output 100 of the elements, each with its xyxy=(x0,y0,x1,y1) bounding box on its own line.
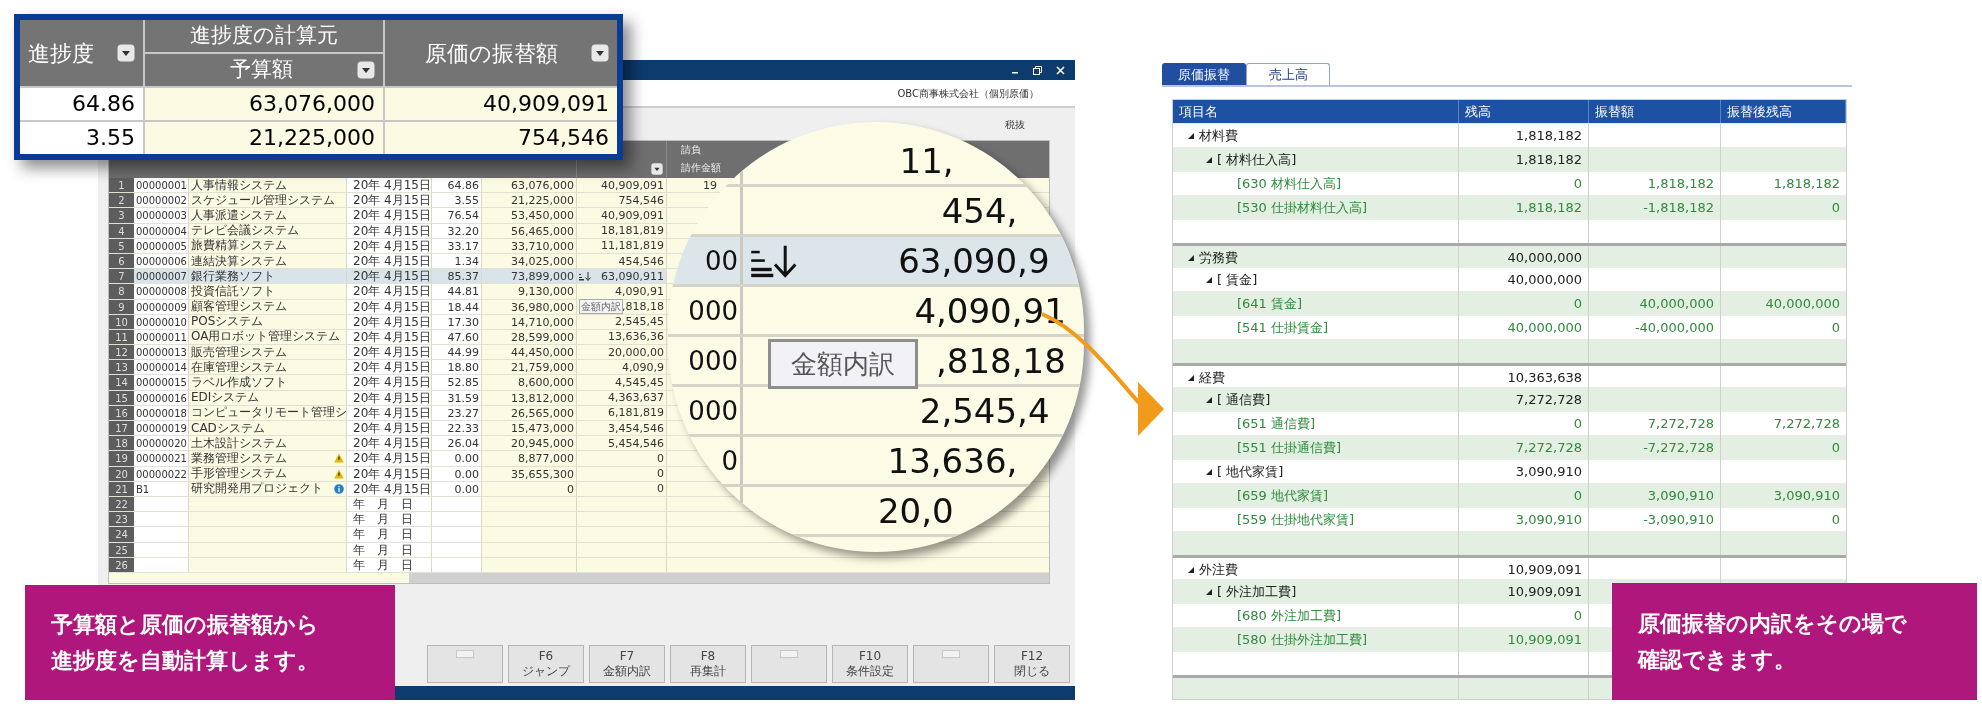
table-row[interactable]: 7 00000007 銀行業務ソフト 20年 4月15日 85.37 73,899,000 63,090,911 xyxy=(109,269,667,285)
table-row[interactable]: 17 00000019 CADシステム 20年 4月15日 22.33 15,473,000 3,454,546 xyxy=(109,421,667,437)
filter-dropdown-icon[interactable] xyxy=(357,61,375,79)
row-number[interactable]: 24 xyxy=(109,527,134,542)
table-cell: 21,225,000 xyxy=(511,194,574,208)
table-cell: 連結決算システム xyxy=(191,253,287,269)
expanded-triangle-icon[interactable] xyxy=(1205,588,1213,596)
table-row[interactable]: 24 年 月 日 xyxy=(109,527,667,543)
function-key-button[interactable]: F8 再集計 xyxy=(670,645,746,683)
table-cell: 研究開発用プロジェクト xyxy=(191,481,323,496)
table-cell: 56,465,000 xyxy=(511,224,574,238)
table-cell: 0 xyxy=(657,466,664,481)
row-number[interactable]: 17 xyxy=(109,421,134,436)
expanded-triangle-icon[interactable] xyxy=(1205,156,1213,164)
tree-label: [680 外注加工費] xyxy=(1237,607,1342,626)
restore-icon[interactable] xyxy=(1033,65,1042,75)
table-row[interactable]: 3 00000003 人事派遣システム 20年 4月15日 76.54 53,450,000 40,909,091 xyxy=(109,208,667,224)
row-number[interactable]: 12 xyxy=(109,345,134,360)
table-row[interactable]: 14 00000015 ラベル作成ソフト 20年 4月15日 52.85 8,600,000 4,545,45 xyxy=(109,375,667,391)
table-cell-text: 20年 4月15日 xyxy=(352,178,431,192)
tree-label: 外注費 xyxy=(1199,561,1238,580)
tree-label: 労務費 xyxy=(1199,249,1238,268)
table-cell: 00000009 xyxy=(136,301,187,313)
close-icon[interactable] xyxy=(1056,65,1065,75)
function-key-button[interactable]: F12 閉じる xyxy=(994,645,1070,683)
expanded-triangle-icon[interactable] xyxy=(1205,276,1213,284)
row-number[interactable]: 8 xyxy=(109,284,134,299)
tree-label: [659 地代家賃] xyxy=(1237,487,1329,506)
table-cell: 1,818,182 xyxy=(1515,128,1582,143)
row-number[interactable]: 1 xyxy=(109,178,134,193)
row-number[interactable]: 2 xyxy=(109,193,134,208)
row-number[interactable]: 19 xyxy=(109,451,134,466)
tree-label: [580 仕掛外注加工費] xyxy=(1237,631,1368,650)
filter-dropdown-icon[interactable] xyxy=(591,44,609,62)
row-number[interactable]: 7 xyxy=(109,269,134,284)
table-cell: -3,090,910 xyxy=(1643,512,1714,527)
tree-label: [ 材料仕入高] xyxy=(1217,151,1297,170)
key-placeholder-icon xyxy=(942,650,960,658)
warning-icon xyxy=(334,468,344,479)
table-cell: 7,272,728 xyxy=(1773,416,1840,431)
table-row[interactable]: 1 00000001 人事情報システム 20年 4月15日 64.86 63,076,000 40,909,091 xyxy=(109,178,667,194)
function-key-button[interactable]: F7 金額内訳 xyxy=(589,645,665,683)
table-cell: 754,546 xyxy=(618,193,664,208)
table-cell: テレビ会議システム xyxy=(191,223,299,238)
table-cell-text: 年 月 日 xyxy=(352,527,413,542)
table-cell: 40,909,091 xyxy=(601,178,664,193)
expanded-triangle-icon[interactable] xyxy=(1205,396,1213,404)
expanded-triangle-icon[interactable] xyxy=(1187,254,1195,262)
table-row[interactable]: 13 00000014 在庫管理システム 20年 4月15日 18.80 21,759,000 4,090,9 xyxy=(109,360,667,376)
tree-label: [ 外注加工費] xyxy=(1217,583,1297,602)
table-cell: 00000003 xyxy=(136,210,187,222)
table-cell: 1,818,182 xyxy=(1515,200,1582,215)
row-number[interactable]: 14 xyxy=(109,375,134,390)
table-row[interactable]: 12 00000013 販売管理システム 20年 4月15日 44.99 44,450,000 20,000,00 xyxy=(109,345,667,361)
row-number[interactable]: 18 xyxy=(109,436,134,451)
row-number[interactable]: 23 xyxy=(109,512,134,527)
tab[interactable]: 売上高 xyxy=(1246,63,1330,85)
table-cell: 0 xyxy=(1831,440,1840,455)
table-cell: 顧客管理システム xyxy=(191,299,287,314)
table-cell: 11, xyxy=(899,140,954,181)
table-cell: 26.04 xyxy=(447,437,479,451)
table-cell-text: 20年 4月15日 xyxy=(352,269,431,284)
table-cell: CADシステム xyxy=(191,421,265,436)
expanded-triangle-icon[interactable] xyxy=(1187,132,1195,140)
key-placeholder-icon xyxy=(456,650,474,658)
table-cell: 32.20 xyxy=(447,224,479,238)
table-cell: 21,759,000 xyxy=(511,361,574,375)
table-row[interactable]: 23 年 月 日 xyxy=(109,512,667,528)
tooltip: 金額内訳 xyxy=(768,339,918,389)
table-cell: 0.00 xyxy=(454,452,479,466)
table-row[interactable]: 19 00000021 業務管理システム 20年 4月15日 0.00 8,877,000 0 xyxy=(109,451,667,467)
sort-descending-icon xyxy=(579,271,591,281)
table-cell: 52.85 xyxy=(447,376,479,390)
row-number[interactable]: 3 xyxy=(109,208,134,223)
sort-descending-icon xyxy=(751,243,799,278)
expanded-triangle-icon[interactable] xyxy=(1187,566,1195,574)
tree-label: [530 仕掛材料仕入高] xyxy=(1237,199,1368,218)
table-cell: 1,818,182 xyxy=(1515,152,1582,167)
function-key-button[interactable]: F10 条件設定 xyxy=(832,645,908,683)
filter-dropdown-icon[interactable] xyxy=(117,44,135,62)
table-cell: 00000015 xyxy=(136,377,187,389)
filter-dropdown-icon[interactable] xyxy=(651,163,663,175)
row-number[interactable]: 13 xyxy=(109,360,134,375)
tab[interactable]: 原価振替 xyxy=(1162,63,1246,85)
function-key-button[interactable]: F6 ジャンプ xyxy=(508,645,584,683)
table-cell-text: 20年 4月15日 xyxy=(352,390,431,405)
table-cell-text: 年 月 日 xyxy=(352,542,413,557)
tree-label: [641 賃金] xyxy=(1237,295,1303,314)
table-row[interactable]: 18 00000020 土木設計システム 20年 4月15日 26.04 20,945,000 5,454,546 xyxy=(109,436,667,452)
tree-label: [551 仕掛通信費] xyxy=(1237,439,1342,458)
table-cell: 64.86 xyxy=(20,88,143,120)
expanded-triangle-icon[interactable] xyxy=(1205,468,1213,476)
table-cell: 21,225,000 xyxy=(145,122,383,154)
expanded-triangle-icon[interactable] xyxy=(1187,374,1195,382)
table-cell-text: 20年 4月15日 xyxy=(352,360,431,375)
table-row[interactable]: 8 00000008 投資信託ソフト 20年 4月15日 44.81 9,130,000 4,090,91 xyxy=(109,284,667,300)
table-row[interactable]: 2 00000002 スケジュール管理システム 20年 4月15日 3.55 21,225,000 754,546 xyxy=(109,193,667,209)
table-cell: 3.55 xyxy=(20,122,143,154)
table-cell: 22.33 xyxy=(447,422,479,435)
horizontal-scrollbar[interactable] xyxy=(409,572,1049,583)
